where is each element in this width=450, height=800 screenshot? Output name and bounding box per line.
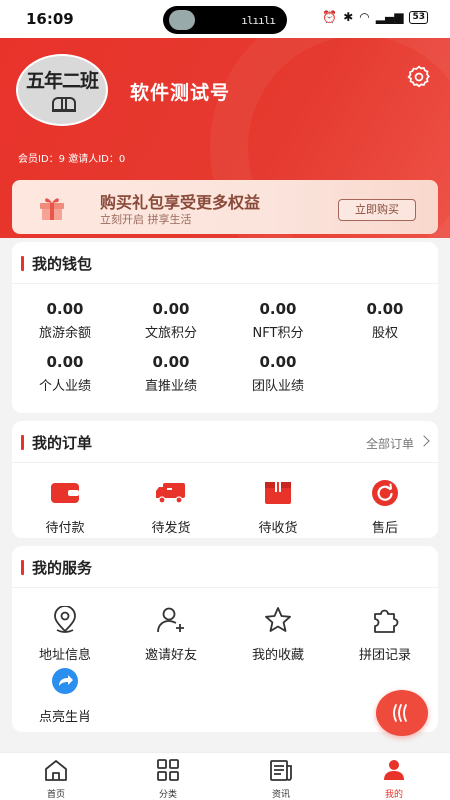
promo-title: 购买礼包享受更多权益 [100, 193, 261, 212]
package-icon [265, 482, 291, 504]
wallet-value: 0.00 [366, 300, 404, 318]
wallet-item-personal-performance[interactable]: 0.00 个人业绩 [12, 353, 118, 394]
username: 软件测试号 [130, 82, 231, 104]
order-label: 待付款 [45, 521, 85, 536]
wallet-value: 0.00 [152, 353, 190, 371]
orders-title: 我的订单 [32, 434, 93, 452]
wallet-label: 旅游余额 [38, 326, 91, 341]
wallet-value: 0.00 [152, 300, 190, 318]
wifi-icon: ◠ [359, 10, 370, 24]
wallet-item-nft-points[interactable]: 0.00 NFT积分 [225, 300, 331, 341]
wallet-value: 0.00 [46, 353, 84, 371]
bottom-nav: 首页 分类 资讯 我的 [0, 752, 450, 800]
news-icon [270, 760, 292, 781]
wallet-title: 我的钱包 [32, 255, 93, 273]
battery-icon: 53 [409, 10, 428, 24]
services-title: 我的服务 [32, 559, 93, 577]
location-icon [54, 605, 76, 633]
nav-label: 我的 [384, 790, 403, 800]
promo-subtitle: 立刻开启 拼享生活 [100, 213, 192, 226]
title-accent-bar [21, 435, 24, 450]
buy-now-button[interactable]: 立即购买 [338, 199, 416, 221]
nav-item-mine[interactable]: 我的 [364, 759, 424, 800]
wallet-label: 股权 [371, 326, 398, 341]
media-thumbnail-icon [169, 10, 195, 30]
status-icons: ⏰ ✱ ◠ ▂▄▆ 53 [322, 10, 428, 24]
nav-item-home[interactable]: 首页 [26, 759, 86, 800]
bluetooth-icon: ✱ [343, 10, 354, 24]
gift-icon [40, 198, 64, 220]
nav-label: 资讯 [271, 790, 290, 800]
status-time: 16:09 [26, 10, 74, 28]
sound-wave-icon [393, 704, 407, 722]
service-label: 点亮生肖 [38, 710, 91, 725]
chevron-right-icon [418, 435, 430, 447]
wallet-label: 文旅积分 [144, 326, 197, 341]
wallet-label: 个人业绩 [38, 379, 91, 394]
floating-service-button[interactable] [376, 690, 428, 736]
service-label: 地址信息 [38, 648, 91, 663]
gear-icon[interactable] [406, 64, 432, 90]
share-icon [52, 668, 78, 694]
orders-card-header: 我的订单 全部订单 [12, 421, 438, 463]
service-group-records[interactable]: 拼团记录 [332, 606, 438, 663]
nav-item-category[interactable]: 分类 [138, 759, 198, 800]
avatar[interactable]: 五年二班 [16, 54, 108, 126]
service-label: 我的收藏 [251, 648, 304, 663]
audio-wave-icon: ılıılı [241, 14, 276, 27]
home-icon [45, 760, 67, 781]
wallet-icon [51, 483, 79, 503]
puzzle-icon [374, 609, 399, 633]
avatar-logo-text: 五年二班 [25, 70, 99, 92]
wallet-label: 直推业绩 [144, 379, 197, 394]
order-pending-receipt[interactable]: 待收货 [225, 479, 331, 536]
add-user-icon [157, 607, 184, 633]
refresh-icon [372, 480, 398, 506]
wallet-label: 团队业绩 [251, 379, 304, 394]
order-label: 待发货 [151, 521, 191, 536]
wallet-item-culture-points[interactable]: 0.00 文旅积分 [118, 300, 224, 341]
wallet-value: 0.00 [259, 353, 297, 371]
nav-label: 首页 [46, 790, 65, 800]
title-accent-bar [21, 560, 24, 575]
signal-icon: ▂▄▆ [375, 10, 404, 24]
nav-item-news[interactable]: 资讯 [251, 759, 311, 800]
member-ids: 会员ID：9 邀请人ID：0 [18, 154, 126, 165]
wallet-item-equity[interactable]: 0.00 股权 [332, 300, 438, 341]
service-address[interactable]: 地址信息 [12, 605, 118, 663]
service-invite-friends[interactable]: 邀请好友 [118, 606, 224, 663]
services-card: 我的服务 地址信息 邀请好友 我的收藏 拼团记录 点亮生肖 [12, 546, 438, 732]
wallet-label: NFT积分 [252, 326, 304, 341]
promo-banner[interactable]: 购买礼包享受更多权益 立刻开启 拼享生活 立即购买 [12, 180, 438, 234]
wallet-card: 我的钱包 0.00 旅游余额 0.00 文旅积分 0.00 NFT积分 0.00… [12, 242, 438, 413]
wallet-card-header: 我的钱包 [12, 242, 438, 284]
order-after-sales[interactable]: 售后 [332, 479, 438, 536]
service-label: 拼团记录 [358, 648, 411, 663]
service-label: 邀请好友 [144, 648, 197, 663]
user-icon [384, 760, 404, 780]
alarm-icon: ⏰ [322, 10, 338, 24]
wallet-item-travel-balance[interactable]: 0.00 旅游余额 [12, 300, 118, 341]
wallet-item-team-performance[interactable]: 0.00 团队业绩 [225, 353, 331, 394]
order-label: 售后 [371, 521, 398, 536]
nav-label: 分类 [158, 790, 177, 800]
grid-icon [157, 759, 179, 781]
services-card-header: 我的服务 [12, 546, 438, 588]
truck-icon [156, 483, 185, 504]
order-label: 待收货 [258, 521, 298, 536]
wallet-item-direct-performance[interactable]: 0.00 直推业绩 [118, 353, 224, 394]
service-light-zodiac[interactable]: 点亮生肖 [12, 668, 118, 725]
book-icon [52, 97, 76, 112]
dynamic-island: ılıılı [163, 6, 287, 34]
orders-card: 我的订单 全部订单 待付款 待发货 待收货 售后 [12, 421, 438, 538]
title-accent-bar [21, 256, 24, 271]
all-orders-link[interactable]: 全部订单 [366, 435, 414, 452]
wallet-value: 0.00 [46, 300, 84, 318]
order-pending-shipment[interactable]: 待发货 [118, 479, 224, 536]
service-favorites[interactable]: 我的收藏 [225, 606, 331, 663]
wallet-value: 0.00 [259, 300, 297, 318]
star-icon [265, 607, 291, 632]
order-pending-payment[interactable]: 待付款 [12, 479, 118, 536]
status-bar: 16:09 ılıılı ⏰ ✱ ◠ ▂▄▆ 53 [0, 0, 450, 38]
